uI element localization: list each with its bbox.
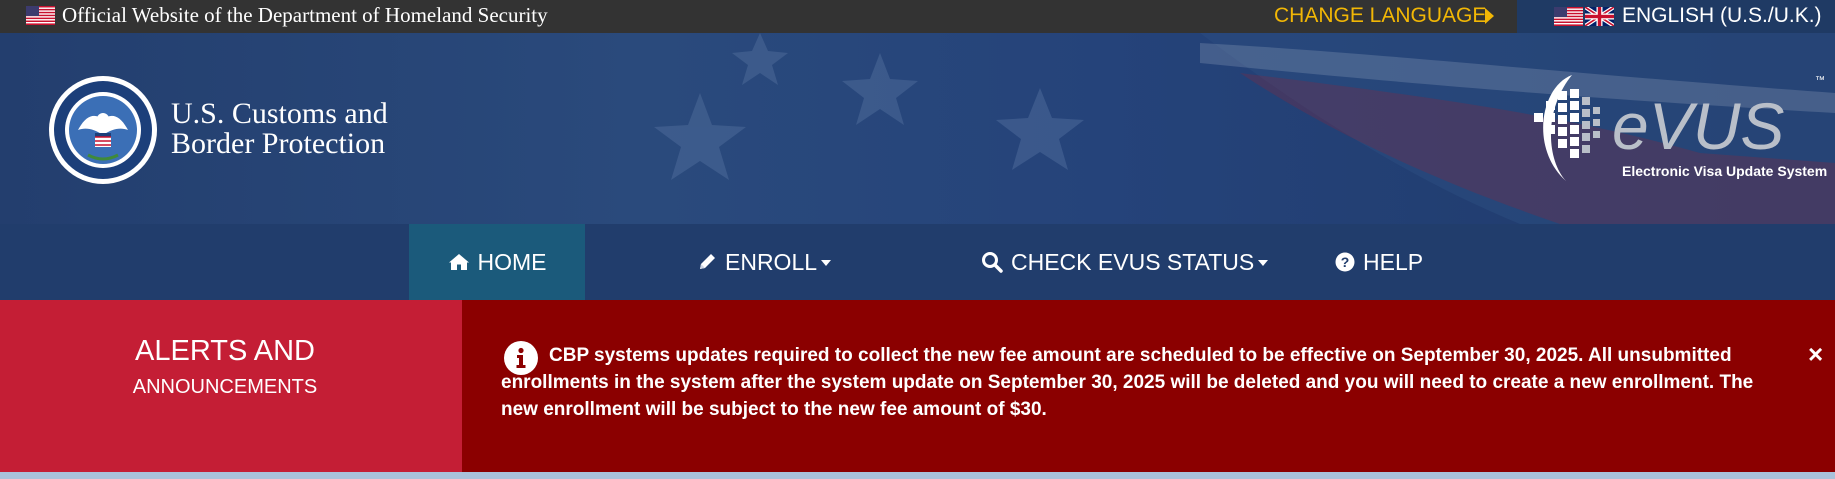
nav-help[interactable]: ? HELP (1335, 224, 1423, 300)
nav-home[interactable]: HOME (409, 224, 585, 300)
evus-logo[interactable]: eVUS ™ Electronic Visa Update System (1520, 69, 1835, 189)
main-nav: HOME ENROLL CHECK EVUS STATUS ? HELP (0, 224, 1835, 300)
language-selector[interactable]: ENGLISH (U.S./U.K.) (1517, 0, 1835, 33)
gov-banner: Official Website of the Department of Ho… (0, 0, 1835, 33)
nav-enroll[interactable]: ENROLL (697, 224, 832, 300)
svg-text:?: ? (1341, 254, 1350, 270)
close-alert-button[interactable]: × (1808, 340, 1823, 368)
alerts-section: ALERTS AND ANNOUNCEMENTS CBP systems upd… (0, 300, 1835, 472)
search-icon (982, 252, 1003, 273)
page-background-strip (0, 472, 1835, 479)
home-icon (448, 254, 469, 270)
caret-right-icon (1485, 8, 1494, 24)
trademark-mark: ™ (1815, 75, 1825, 86)
evus-tagline: Electronic Visa Update System (1622, 163, 1827, 179)
us-flag-icon (26, 6, 55, 25)
alerts-subtitle: ANNOUNCEMENTS (132, 376, 318, 398)
dhs-seal-logo (49, 76, 157, 184)
uk-flag-icon (1585, 7, 1614, 26)
agency-name-line2: Border Protection (171, 127, 386, 160)
agency-name-line1: U.S. Customs and (171, 97, 388, 130)
agency-name: U.S. Customs and Border Protection (171, 99, 388, 159)
evus-logo-e: eVUS (1612, 89, 1784, 163)
chevron-down-icon (1258, 260, 1269, 266)
alerts-title: ALERTS AND (135, 335, 315, 367)
nav-help-label: HELP (1363, 248, 1424, 275)
current-language-label: ENGLISH (U.S./U.K.) (1622, 4, 1822, 27)
nav-check-status[interactable]: CHECK EVUS STATUS (981, 224, 1269, 300)
alert-message: CBP systems updates required to collect … (501, 345, 1754, 420)
site-header: U.S. Customs and Border Protection eVUS … (0, 33, 1835, 224)
nav-home-label: HOME (477, 248, 547, 275)
gov-banner-text: Official Website of the Department of Ho… (62, 3, 548, 27)
chevron-down-icon (821, 260, 832, 266)
us-flag-icon (1554, 7, 1583, 26)
change-language-link[interactable]: CHANGE LANGUAGE (1274, 4, 1486, 28)
question-icon: ? (1335, 252, 1355, 272)
pencil-icon (700, 254, 715, 269)
nav-enroll-label: ENROLL (725, 248, 818, 275)
nav-check-status-label: CHECK EVUS STATUS (1011, 248, 1255, 275)
alerts-label-panel: ALERTS AND ANNOUNCEMENTS (0, 300, 462, 472)
